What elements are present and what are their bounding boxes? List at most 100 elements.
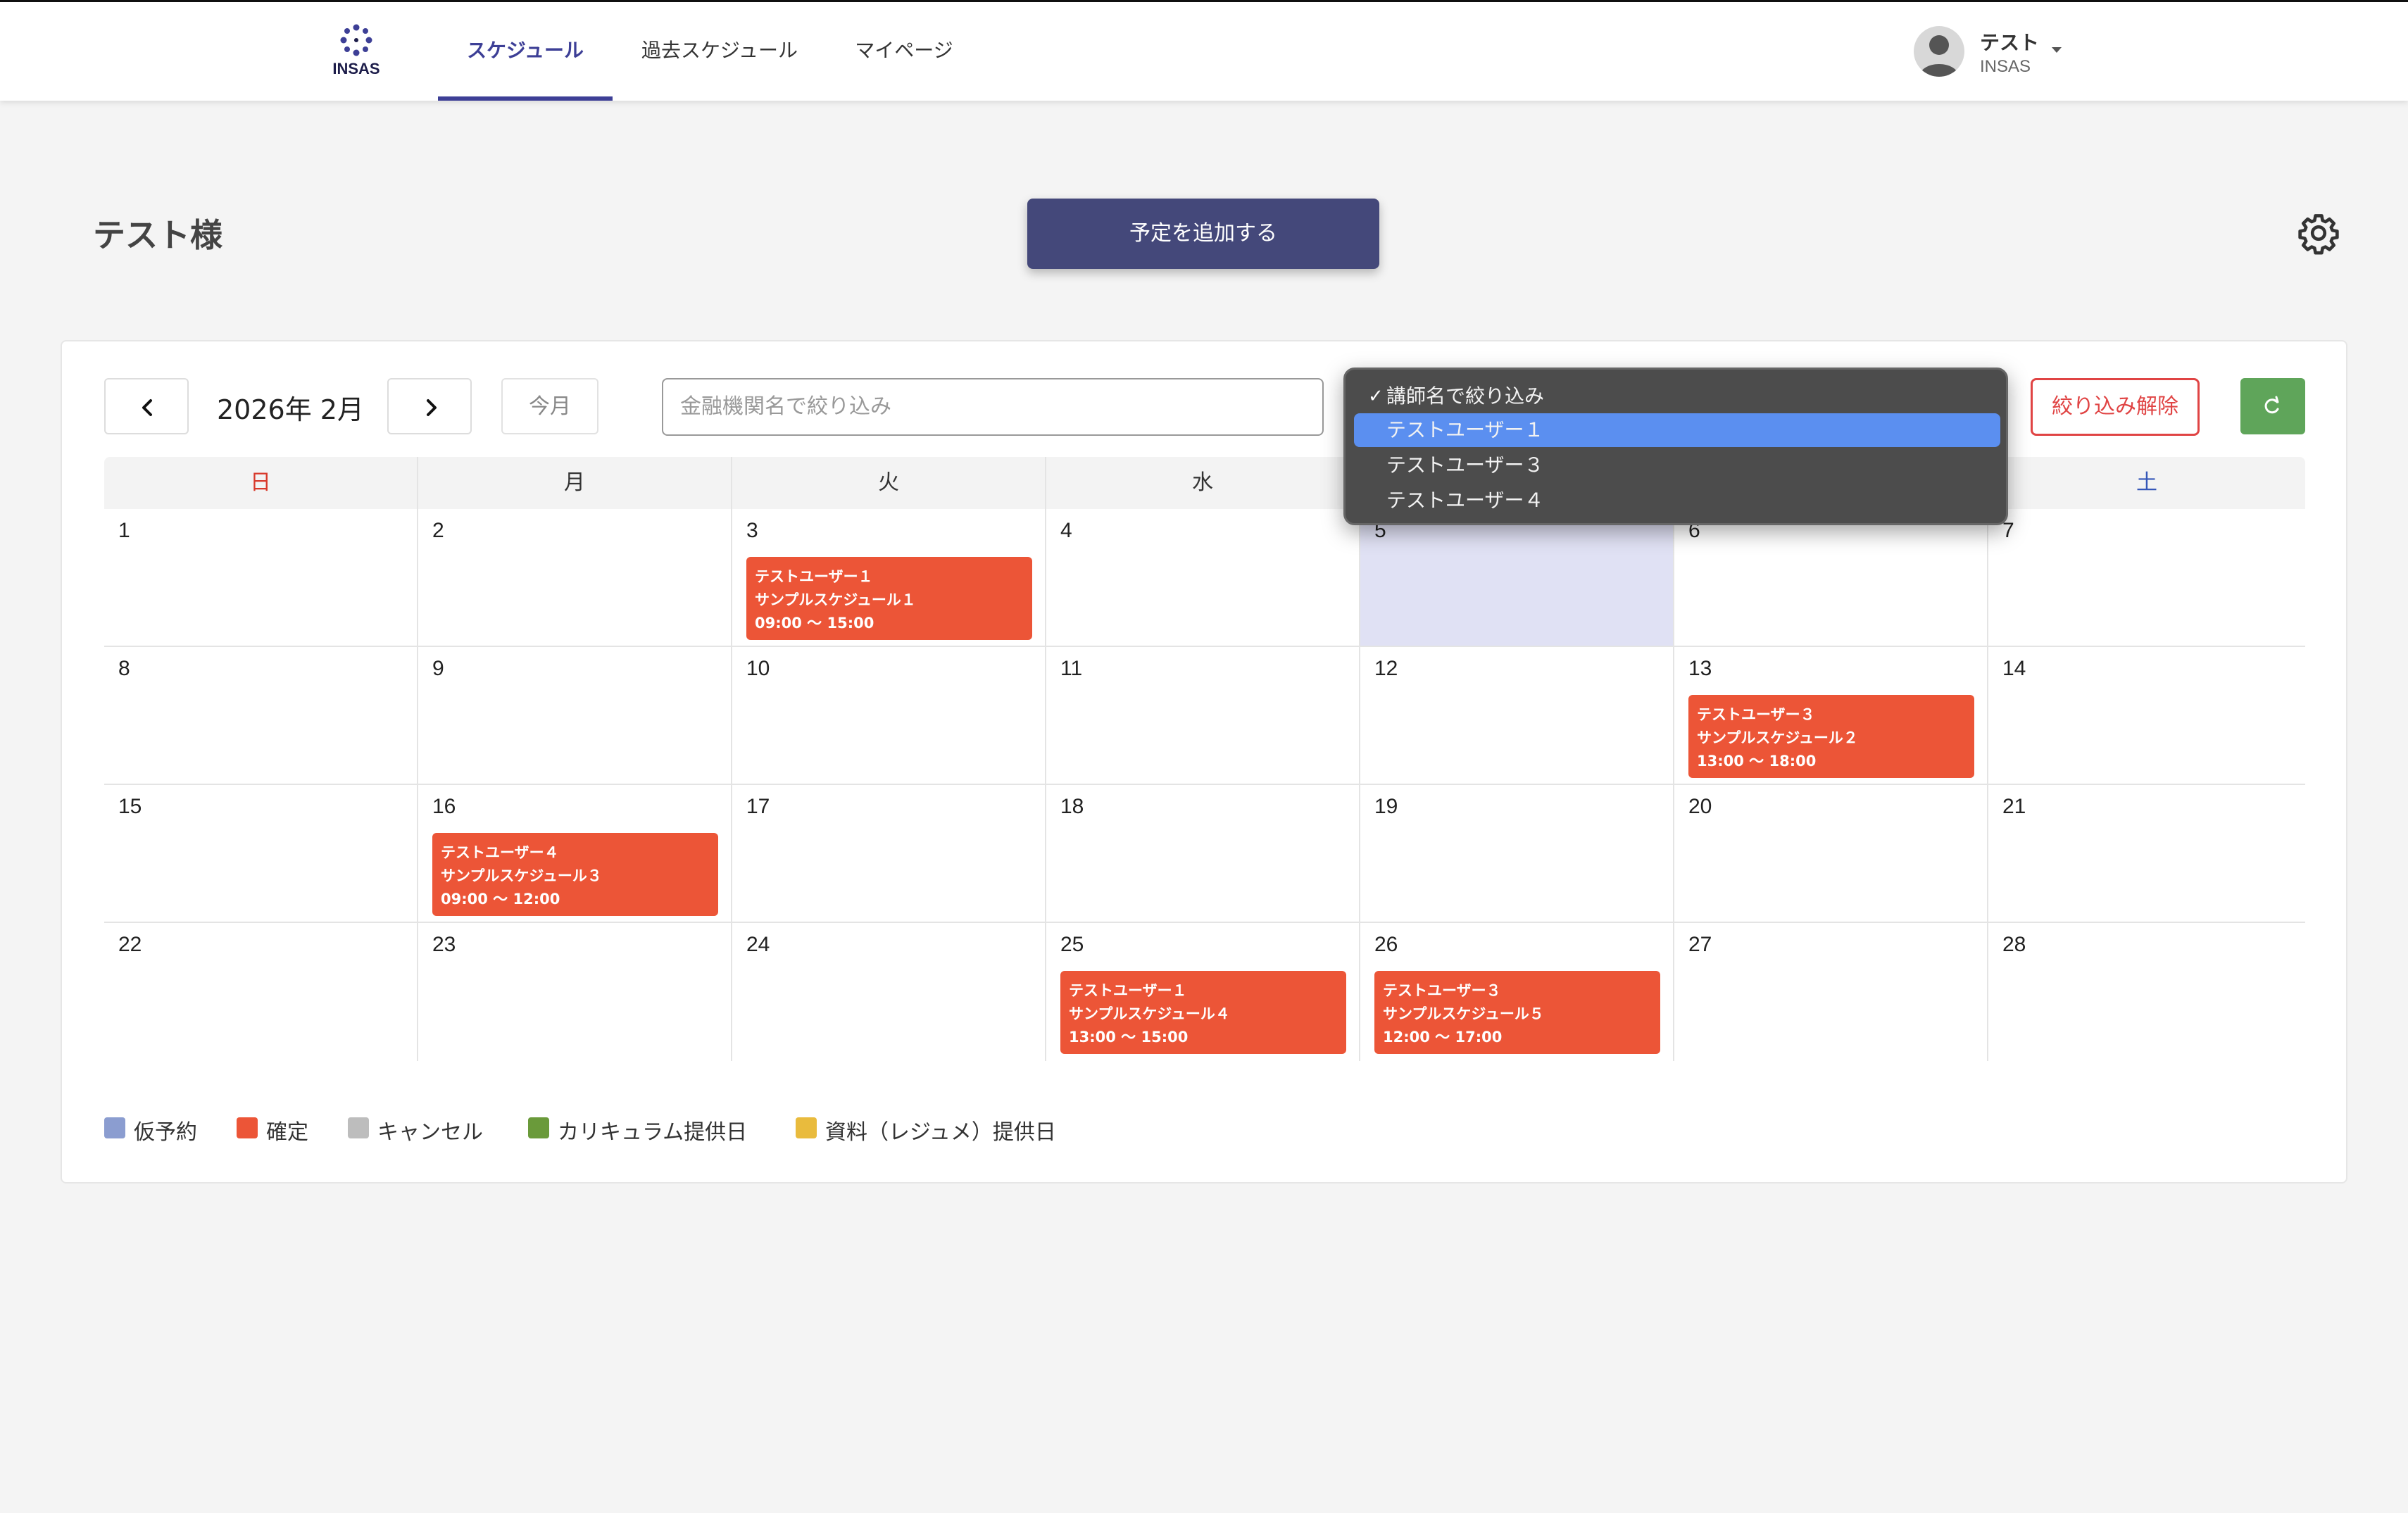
event-user: テストユーザー４: [441, 844, 559, 861]
event-user: テストユーザー３: [1383, 982, 1501, 999]
weekday-label: 月: [418, 457, 732, 509]
event-user: テストユーザー１: [755, 568, 873, 585]
user-menu[interactable]: テスト INSAS: [1914, 23, 2083, 80]
day-number: 20: [1688, 795, 1712, 818]
day-number: 16: [432, 795, 456, 818]
this-month-button[interactable]: 今月: [501, 378, 598, 434]
insas-logo[interactable]: INSAS: [325, 22, 387, 81]
event-title: サンプルスケジュール４: [1069, 1005, 1230, 1022]
calendar-day-cell[interactable]: 26 テストユーザー３ サンプルスケジュール５ 12:00 〜 17:00: [1360, 923, 1674, 1061]
calendar-day-cell[interactable]: 6: [1674, 509, 1988, 647]
calendar-day-cell[interactable]: 19: [1360, 785, 1674, 923]
legend-swatch: [237, 1117, 258, 1138]
next-month-button[interactable]: [387, 378, 472, 434]
day-number: 10: [746, 657, 770, 680]
calendar-day-cell[interactable]: 25 テストユーザー１ サンプルスケジュール４ 13:00 〜 15:00: [1046, 923, 1360, 1061]
day-number: 21: [2002, 795, 2026, 818]
calendar-day-cell[interactable]: 18: [1046, 785, 1360, 923]
caret-down-icon: [2052, 47, 2062, 53]
schedule-event[interactable]: テストユーザー４ サンプルスケジュール３ 09:00 〜 12:00: [432, 833, 718, 916]
calendar-day-cell[interactable]: 20: [1674, 785, 1988, 923]
calendar-day-cell[interactable]: 3 テストユーザー１ サンプルスケジュール１ 09:00 〜 15:00: [732, 509, 1046, 647]
weekday-label: 火: [732, 457, 1046, 509]
avatar: [1914, 26, 1964, 77]
institution-filter-input[interactable]: 金融機関名で絞り込み: [662, 378, 1324, 436]
clear-filter-button[interactable]: 絞り込み解除: [2031, 378, 2200, 436]
calendar-day-cell[interactable]: 1: [104, 509, 418, 647]
weekday-label: 水: [1046, 457, 1360, 509]
calendar-day-cell[interactable]: 15: [104, 785, 418, 923]
current-month-label: 2026年 2月: [217, 394, 364, 425]
prev-month-button[interactable]: [104, 378, 189, 434]
day-number: 1: [118, 519, 130, 542]
event-title: サンプルスケジュール１: [755, 591, 916, 608]
instructor-filter-dropdown[interactable]: ✓ 講師名で絞り込み テストユーザー１ テストユーザー３ テストユーザー４: [1343, 368, 2008, 525]
day-number: 25: [1060, 933, 1084, 956]
schedule-event[interactable]: テストユーザー３ サンプルスケジュール２ 13:00 〜 18:00: [1688, 695, 1974, 778]
calendar-day-cell[interactable]: 17: [732, 785, 1046, 923]
dropdown-option[interactable]: テストユーザー１: [1354, 413, 2000, 447]
day-number: 24: [746, 933, 770, 956]
calendar-day-cell[interactable]: 8: [104, 647, 418, 785]
refresh-icon: [2264, 396, 2279, 414]
calendar-day-cell[interactable]: 4: [1046, 509, 1360, 647]
calendar-day-cell[interactable]: 28: [1988, 923, 2305, 1061]
dropdown-option[interactable]: テストユーザー４: [1354, 484, 2000, 517]
tab-schedule[interactable]: スケジュール: [438, 2, 613, 101]
calendar-day-cell[interactable]: 12: [1360, 647, 1674, 785]
calendar-day-cell[interactable]: 14: [1988, 647, 2305, 785]
event-time: 12:00 〜 17:00: [1383, 1029, 1503, 1046]
calendar-day-cell[interactable]: 11: [1046, 647, 1360, 785]
dropdown-option[interactable]: ✓ 講師名で絞り込み: [1354, 379, 2000, 413]
event-title: サンプルスケジュール３: [441, 867, 602, 884]
calendar-day-cell[interactable]: 2: [418, 509, 732, 647]
legend-label: カリキュラム提供日: [558, 1120, 748, 1145]
calendar-day-cell[interactable]: 9: [418, 647, 732, 785]
day-number: 9: [432, 657, 444, 680]
dropdown-option[interactable]: テストユーザー３: [1354, 448, 2000, 482]
legend-label: キャンセル: [377, 1120, 483, 1145]
calendar-day-cell[interactable]: 21: [1988, 785, 2305, 923]
day-number: 8: [118, 657, 130, 680]
schedule-event[interactable]: テストユーザー３ サンプルスケジュール５ 12:00 〜 17:00: [1374, 971, 1660, 1054]
legend-swatch: [348, 1117, 369, 1138]
tab-mypage[interactable]: マイページ: [842, 2, 966, 101]
day-number: 26: [1374, 933, 1398, 956]
day-number: 28: [2002, 933, 2026, 956]
calendar-day-cell[interactable]: 27: [1674, 923, 1988, 1061]
event-time: 09:00 〜 12:00: [441, 891, 560, 908]
day-number: 17: [746, 795, 770, 818]
day-number: 19: [1374, 795, 1398, 818]
day-number: 18: [1060, 795, 1084, 818]
day-number: 2: [432, 519, 444, 542]
calendar-day-cell[interactable]: 24: [732, 923, 1046, 1061]
event-time: 13:00 〜 18:00: [1697, 753, 1817, 770]
legend-label: 仮予約: [134, 1120, 197, 1145]
calendar-grid: 日月火水木金土 123テストユーザー１サンプルスケジュール１09:00 〜 15…: [104, 457, 2305, 1061]
gear-icon[interactable]: [2297, 211, 2340, 255]
schedule-event[interactable]: テストユーザー１ サンプルスケジュール４ 13:00 〜 15:00: [1060, 971, 1346, 1054]
chevron-left-icon: [142, 399, 152, 416]
dropdown-option-label: テストユーザー１: [1386, 418, 1544, 441]
calendar-day-cell[interactable]: 16 テストユーザー４ サンプルスケジュール３ 09:00 〜 12:00: [418, 785, 732, 923]
calendar-day-cell[interactable]: 10: [732, 647, 1046, 785]
calendar-day-cell[interactable]: 7: [1988, 509, 2305, 647]
event-time: 09:00 〜 15:00: [755, 615, 874, 632]
page-title: テスト様: [93, 216, 222, 254]
schedule-event[interactable]: テストユーザー１ サンプルスケジュール１ 09:00 〜 15:00: [746, 557, 1032, 640]
weekday-label: 日: [104, 457, 418, 509]
refresh-button[interactable]: [2240, 378, 2305, 434]
logo-mark-icon: [340, 24, 372, 56]
dropdown-option-label: 講師名で絞り込み: [1386, 384, 1545, 408]
calendar-day-cell[interactable]: 22: [104, 923, 418, 1061]
check-icon: ✓: [1368, 386, 1384, 407]
tab-past-schedule[interactable]: 過去スケジュール: [627, 2, 813, 101]
calendar-day-cell[interactable]: 23: [418, 923, 732, 1061]
calendar-day-cell[interactable]: 5: [1360, 509, 1674, 647]
add-schedule-button[interactable]: 予定を追加する: [1027, 199, 1379, 269]
legend-swatch: [528, 1117, 549, 1138]
dropdown-option-label: テストユーザー３: [1386, 453, 1544, 477]
calendar-day-cell[interactable]: 13 テストユーザー３ サンプルスケジュール２ 13:00 〜 18:00: [1674, 647, 1988, 785]
day-number: 13: [1688, 657, 1712, 680]
weekday-label: 土: [2136, 470, 2157, 495]
